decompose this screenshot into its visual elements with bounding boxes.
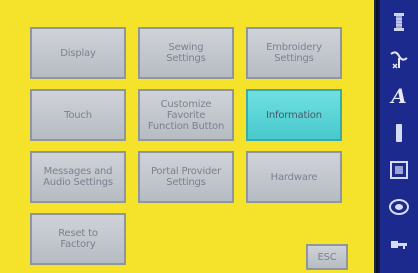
needle-icon[interactable] bbox=[384, 43, 414, 74]
touch-button[interactable]: Touch bbox=[30, 89, 126, 141]
information-button[interactable]: Information bbox=[246, 89, 342, 141]
settings-screen: Display Sewing Settings Embroidery Setti… bbox=[0, 0, 376, 273]
letter-a-label: A bbox=[391, 83, 407, 108]
right-sidebar: A bbox=[378, 0, 418, 273]
reset-factory-button[interactable]: Reset to Factory bbox=[30, 213, 126, 265]
messages-audio-settings-button[interactable]: Messages and Audio Settings bbox=[30, 151, 126, 203]
favorite-function-button[interactable]: Customize Favorite Function Button bbox=[138, 89, 234, 141]
embroidery-settings-button[interactable]: Embroidery Settings bbox=[246, 27, 342, 79]
spool-icon[interactable] bbox=[384, 6, 414, 37]
letter-a-icon[interactable]: A bbox=[384, 80, 414, 111]
key-icon[interactable] bbox=[384, 228, 414, 259]
bar-icon[interactable] bbox=[384, 117, 414, 148]
esc-button[interactable]: ESC bbox=[306, 244, 348, 270]
hoop-icon[interactable] bbox=[384, 154, 414, 185]
bobbin-icon[interactable] bbox=[384, 191, 414, 222]
display-button[interactable]: Display bbox=[30, 27, 126, 79]
sewing-settings-button[interactable]: Sewing Settings bbox=[138, 27, 234, 79]
portal-provider-settings-button[interactable]: Portal Provider Settings bbox=[138, 151, 234, 203]
hardware-button[interactable]: Hardware bbox=[246, 151, 342, 203]
